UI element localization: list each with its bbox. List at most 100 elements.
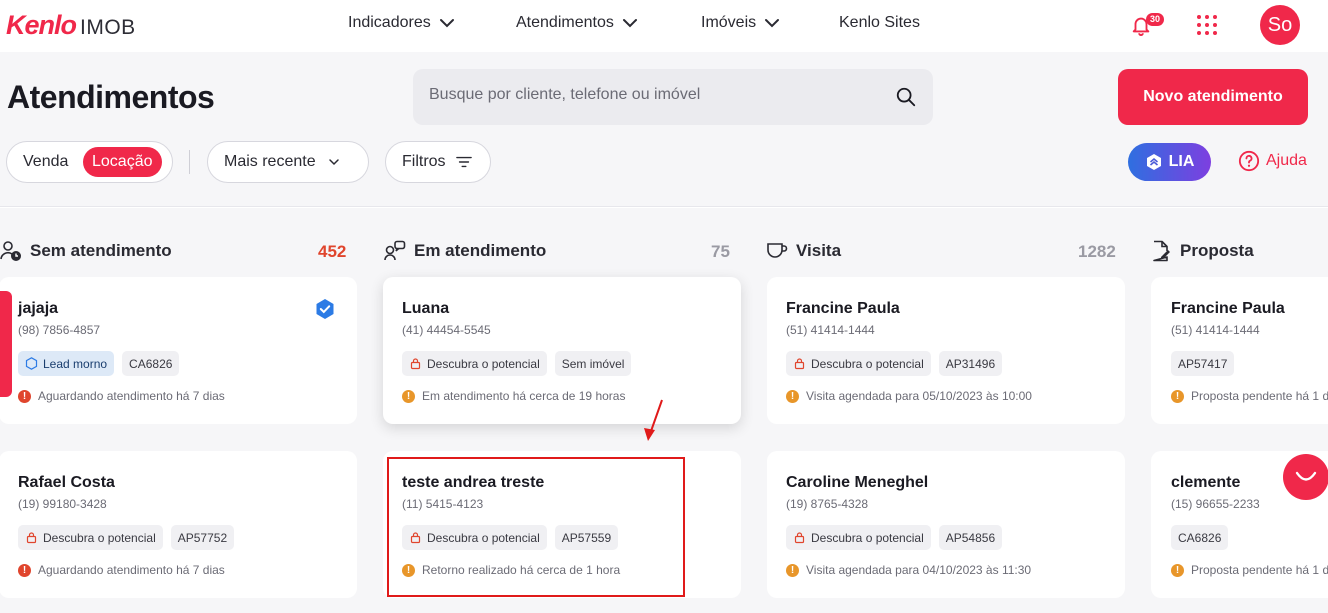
lead-tags: AP57417 — [1171, 351, 1235, 376]
lead-card[interactable]: Francine Paula (51) 41414-1444 Descubra … — [767, 277, 1125, 424]
status-text: Aguardando atendimento há 7 dias — [38, 563, 225, 577]
annotation-arrow-icon — [644, 399, 663, 441]
stage-tag: Descubra o potencial — [402, 351, 547, 376]
lead-phone: (41) 44454-5545 — [402, 323, 491, 337]
chat-widget-button[interactable] — [1283, 454, 1328, 500]
property-code-tag: CA6826 — [1171, 525, 1229, 550]
lead-card[interactable]: Francine Paula (51) 41414-1444 AP57417 !… — [1151, 277, 1328, 424]
lead-tags: Descubra o potencial AP31496 — [786, 351, 1003, 376]
property-code-tag: Sem imóvel — [554, 351, 632, 376]
lead-status: ! Proposta pendente há 1 d — [1171, 563, 1328, 577]
tag-label: Descubra o potencial — [811, 530, 924, 545]
divider — [189, 150, 190, 174]
lead-card[interactable]: Rafael Costa (19) 99180-3428 Descubra o … — [0, 451, 357, 598]
column-count: 1282 — [1078, 242, 1116, 261]
logo-brand: Kenlo — [6, 10, 77, 40]
lead-status: ! Em atendimento há cerca de 19 horas — [402, 389, 625, 403]
lead-status: ! Proposta pendente há 1 d — [1171, 389, 1328, 403]
column-title: Em atendimento — [414, 241, 547, 260]
lead-temperature-tag: Lead morno — [18, 351, 115, 376]
lead-phone: (15) 96655-2233 — [1171, 497, 1260, 511]
status-text: Proposta pendente há 1 d — [1191, 389, 1328, 403]
alert-dot-icon: ! — [18, 563, 31, 577]
lock-icon — [794, 358, 805, 370]
column-header-em-atendimento: Em atendimento 75 — [384, 240, 732, 262]
tag-label: AP57752 — [177, 530, 228, 545]
status-text: Aguardando atendimento há 7 dias — [38, 389, 225, 403]
alert-dot-icon: ! — [786, 389, 799, 403]
alert-dot-icon: ! — [402, 389, 415, 403]
side-feedback-tab[interactable] — [0, 291, 12, 397]
page-header: Atendimentos Novo atendimento Venda Loca… — [0, 52, 1328, 207]
tag-label: Descubra o potencial — [427, 356, 540, 371]
lead-phone: (51) 41414-1444 — [1171, 323, 1260, 337]
status-text: Em atendimento há cerca de 19 horas — [422, 389, 626, 403]
segment-venda[interactable]: Venda — [23, 153, 68, 171]
stage-tag: Descubra o potencial — [786, 351, 931, 376]
smile-chat-icon — [1295, 471, 1317, 481]
logo-product: IMOB — [80, 16, 136, 39]
search-input[interactable] — [429, 86, 889, 104]
lead-card[interactable]: Caroline Meneghel (19) 8765-4328 Descubr… — [767, 451, 1125, 598]
lock-icon — [794, 532, 805, 544]
column-header-proposta: Proposta — [1150, 240, 1328, 262]
search-icon[interactable] — [895, 86, 917, 108]
lead-name: Rafael Costa — [18, 474, 115, 491]
tag-label: Lead morno — [43, 356, 108, 371]
avatar[interactable]: So — [1260, 5, 1300, 45]
lead-card[interactable]: jajaja (98) 7856-4857 Lead morno CA6826 … — [0, 277, 357, 424]
lead-name: Luana — [402, 300, 450, 317]
alert-dot-icon: ! — [1171, 389, 1184, 403]
filters-button[interactable]: Filtros — [385, 141, 491, 183]
stage-tag: Descubra o potencial — [786, 525, 931, 550]
lead-tags: Lead morno CA6826 — [18, 351, 180, 376]
segment-locacao[interactable]: Locação — [83, 147, 162, 177]
tag-label: CA6826 — [1178, 530, 1222, 545]
kenlo-logo[interactable]: Kenlo IMOB — [6, 10, 136, 41]
status-text: Visita agendada para 05/10/2023 às 10:00 — [806, 389, 1032, 403]
verified-badge-icon — [316, 299, 334, 319]
apps-grid-icon[interactable] — [1197, 15, 1217, 35]
lead-name: Francine Paula — [1171, 300, 1285, 317]
tag-label: AP57417 — [1178, 356, 1228, 371]
annotation-highlight-box — [387, 457, 685, 597]
lead-name: Francine Paula — [786, 300, 900, 317]
lead-status: ! Visita agendada para 05/10/2023 às 10:… — [786, 389, 1032, 403]
page-title: Atendimentos — [7, 79, 215, 115]
nav-indicadores[interactable]: Indicadores — [348, 14, 455, 32]
lead-status: ! Visita agendada para 04/10/2023 às 11:… — [786, 563, 1031, 577]
lead-name: clemente — [1171, 474, 1241, 491]
nav-label: Imóveis — [701, 14, 757, 31]
search-box — [413, 69, 933, 125]
help-link[interactable]: Ajuda — [1238, 150, 1307, 172]
lead-status: ! Aguardando atendimento há 7 dias — [18, 563, 225, 577]
nav-label: Atendimentos — [516, 14, 614, 31]
coffee-cup-icon — [767, 243, 788, 258]
alert-dot-icon: ! — [786, 563, 799, 577]
nav-atendimentos[interactable]: Atendimentos — [516, 14, 638, 32]
nav-imoveis[interactable]: Imóveis — [701, 14, 780, 32]
alert-dot-icon: ! — [1171, 563, 1184, 577]
nav-kenlo-sites[interactable]: Kenlo Sites — [839, 14, 920, 32]
filters-label: Filtros — [402, 153, 446, 170]
lead-card[interactable]: Luana (41) 44454-5545 Descubra o potenci… — [383, 277, 741, 424]
chevron-down-icon — [622, 19, 637, 28]
lead-phone: (19) 99180-3428 — [18, 497, 107, 511]
lock-icon — [26, 532, 37, 544]
property-code-tag: AP31496 — [938, 351, 1003, 376]
lead-phone: (98) 7856-4857 — [18, 323, 101, 337]
lead-tags: Descubra o potencial AP57752 — [18, 525, 235, 550]
lead-name: Caroline Meneghel — [786, 474, 929, 491]
top-nav: Kenlo IMOB Indicadores Atendimentos Imóv… — [0, 0, 1328, 52]
status-text: Proposta pendente há 1 d — [1191, 563, 1328, 577]
alert-dot-icon: ! — [18, 389, 31, 403]
tag-label: Descubra o potencial — [43, 530, 156, 545]
lia-button[interactable]: LIA — [1128, 143, 1211, 181]
nav-label: Indicadores — [348, 14, 431, 31]
sort-dropdown[interactable]: Mais recente — [207, 141, 369, 183]
column-title: Sem atendimento — [30, 241, 172, 260]
tag-label: AP31496 — [945, 356, 996, 371]
document-edit-icon — [1153, 240, 1170, 262]
chat-users-icon — [384, 240, 406, 261]
new-atendimento-button[interactable]: Novo atendimento — [1118, 69, 1308, 125]
